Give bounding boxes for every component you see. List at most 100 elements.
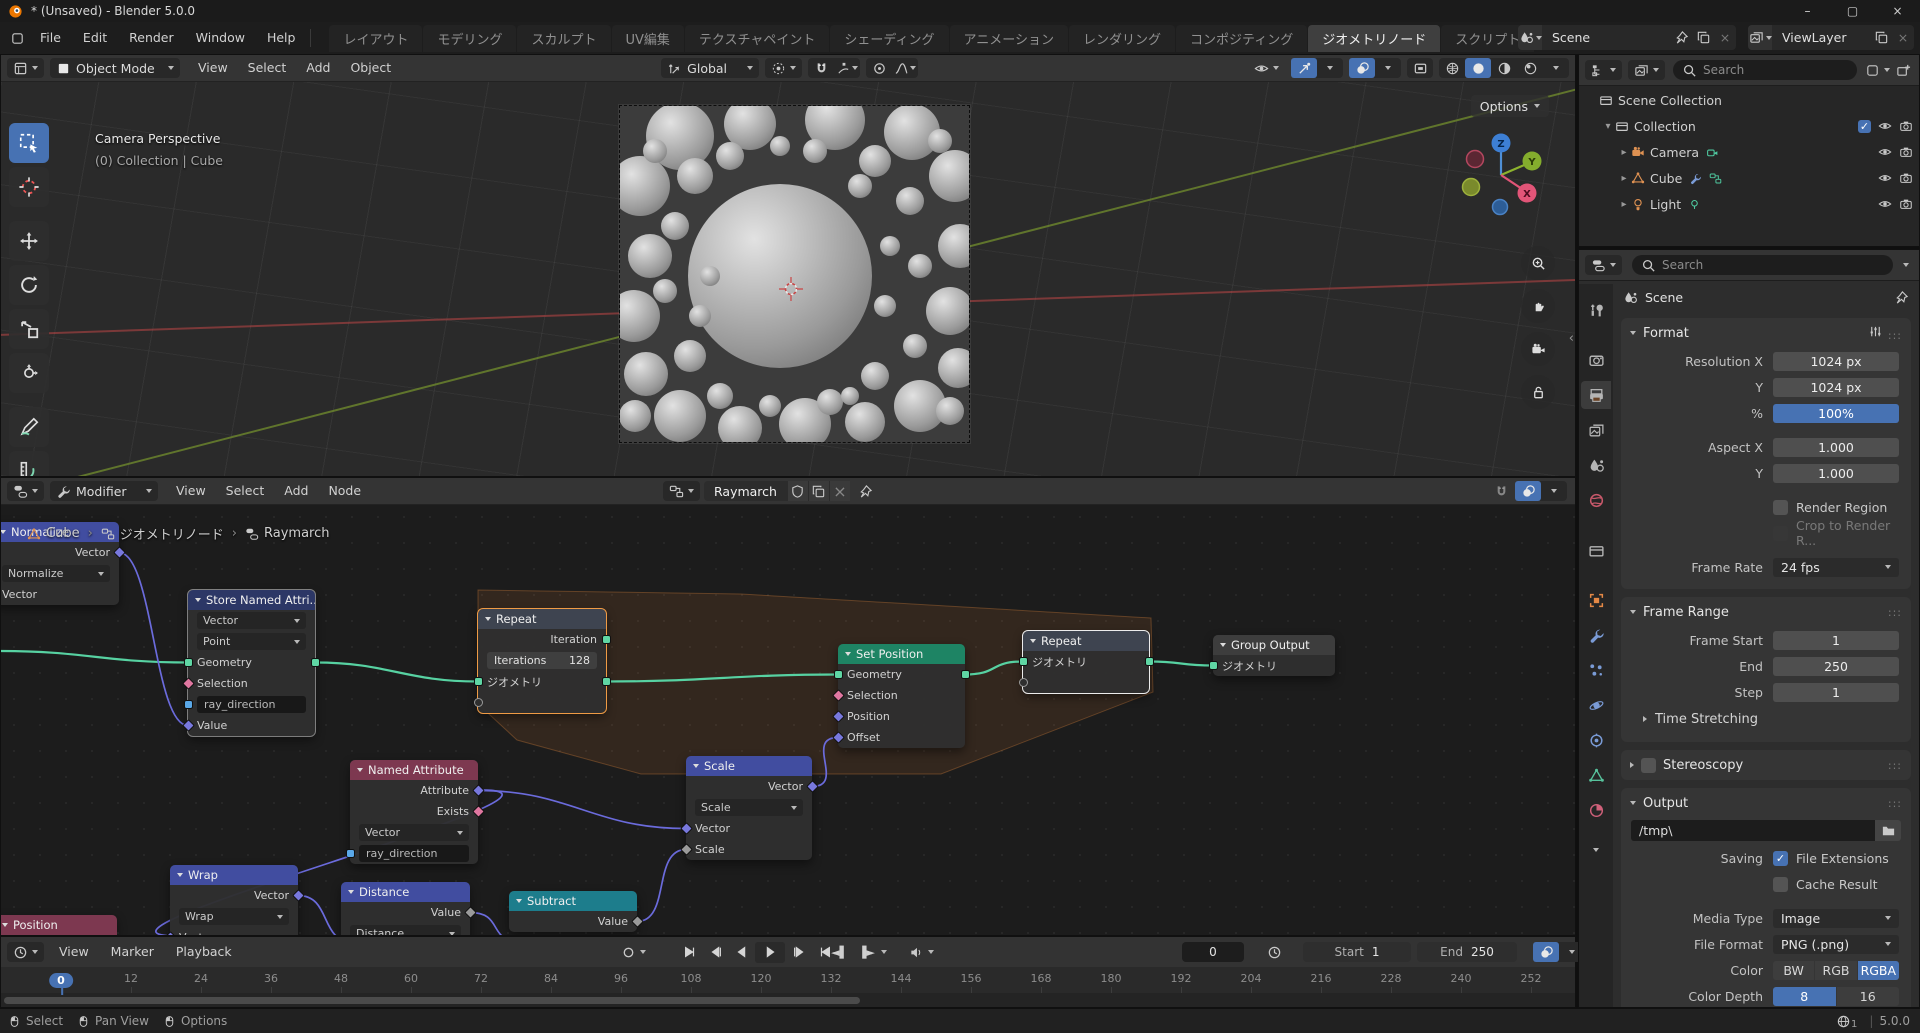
node-text-field[interactable]: ray_direction (359, 845, 469, 862)
play-reverse-button[interactable] (729, 942, 754, 963)
camera-toggle-icon[interactable] (1899, 119, 1913, 133)
scrollbar-handle[interactable] (4, 997, 860, 1004)
eye-icon[interactable] (1878, 197, 1892, 211)
zoom-button[interactable] (1521, 246, 1555, 280)
workspace-tab[interactable]: モデリング (423, 25, 516, 52)
region-collapse-arrow[interactable]: ‹ (1569, 331, 1574, 346)
workspace-tab[interactable]: UV編集 (612, 25, 684, 52)
properties-tab-material[interactable] (1581, 796, 1611, 824)
properties-tab-constraints[interactable] (1581, 726, 1611, 754)
current-frame-field[interactable]: 0 (1182, 942, 1244, 962)
properties-tab-data[interactable] (1581, 761, 1611, 789)
resolution-percent-slider[interactable]: 100% (1773, 404, 1899, 423)
node-scale[interactable]: ScaleVectorScaleVectorScale (686, 756, 812, 860)
menu-window[interactable]: Window (185, 23, 256, 53)
workspace-tab[interactable]: ジオメトリノード (1308, 25, 1440, 52)
media-type-dropdown[interactable]: Image (1773, 909, 1899, 928)
timeline-menu-marker[interactable]: Marker (100, 937, 165, 967)
snap-toggle[interactable] (808, 58, 834, 78)
viewlayer-selector[interactable]: ViewLayer × (1748, 25, 1914, 50)
copy-icon[interactable] (1870, 30, 1892, 45)
close-button[interactable]: × (1875, 0, 1920, 22)
overlays-toggle[interactable] (1515, 481, 1541, 501)
remove-icon[interactable]: × (1892, 30, 1914, 45)
expand-arrow[interactable]: ▸ (1617, 199, 1631, 210)
node-header[interactable]: Repeat (478, 609, 606, 629)
filter-funnel-icon[interactable] (1865, 63, 1880, 78)
frame-end-field[interactable]: 250 (1773, 657, 1899, 676)
frame-rate-dropdown[interactable]: 24 fps (1773, 558, 1899, 577)
editor-type-button[interactable] (7, 481, 44, 501)
mode-dropdown[interactable]: Object Mode (50, 58, 180, 78)
properties-tab-world[interactable] (1581, 486, 1611, 514)
speaker-icon[interactable] (909, 945, 924, 960)
node-menu-view[interactable]: View (166, 478, 216, 504)
frame-range-header[interactable]: Frame Range::: (1621, 597, 1911, 627)
properties-search[interactable]: Search (1632, 255, 1893, 275)
copy-icon[interactable] (809, 481, 829, 501)
shade-solid-button[interactable] (1465, 58, 1491, 78)
pivot-point-dropdown[interactable] (765, 58, 802, 78)
viewport-menu-object[interactable]: Object (340, 55, 401, 81)
shade-render-button[interactable] (1517, 58, 1543, 78)
playhead[interactable]: 0 (49, 969, 73, 988)
workspace-tab[interactable]: レンダリング (1069, 25, 1175, 52)
expand-arrow[interactable]: ▸ (1617, 147, 1631, 158)
navigation-gizmo[interactable]: Z Y X (1455, 129, 1547, 221)
shade-wire-button[interactable] (1439, 58, 1465, 78)
outliner-row-collection[interactable]: ▾Collection✓ (1579, 113, 1919, 139)
visibility-dropdown[interactable] (1248, 58, 1285, 78)
color-rgb-button[interactable]: RGB (1815, 961, 1856, 980)
frame-step-field[interactable]: 1 (1773, 683, 1899, 702)
select-box-tool[interactable] (9, 123, 49, 163)
tree-selector-dropdown[interactable] (663, 481, 700, 501)
minimize-button[interactable]: – (1785, 0, 1830, 22)
node-distance[interactable]: DistanceValueDistance (341, 882, 470, 936)
next-frame-button[interactable]: ▐► (854, 942, 879, 963)
crop-checkbox[interactable] (1773, 526, 1788, 541)
workspace-tab[interactable]: スカルプト (517, 25, 610, 52)
outliner-row-light[interactable]: ▸Light (1579, 191, 1919, 217)
editor-type-button[interactable] (7, 58, 44, 78)
node-dropdown[interactable]: Normalize (2, 565, 110, 582)
scale-tool[interactable] (9, 309, 49, 349)
tabs-overflow-chevron[interactable] (1593, 837, 1599, 856)
stereoscopy-checkbox[interactable] (1641, 758, 1656, 773)
editor-type-button[interactable] (1585, 255, 1622, 275)
workspace-tab[interactable]: コンポジティング (1176, 25, 1307, 52)
overlays-dropdown[interactable] (1375, 58, 1401, 78)
menu-help[interactable]: Help (256, 23, 307, 53)
play-button[interactable] (755, 942, 785, 963)
properties-tab-object[interactable] (1581, 586, 1611, 614)
snap-options-dropdown[interactable] (834, 58, 860, 78)
next-keyframe-button[interactable] (786, 942, 811, 963)
properties-tab-viewlayer[interactable] (1581, 416, 1611, 444)
depth-16-button[interactable]: 16 (1837, 987, 1900, 1006)
rotate-tool[interactable] (9, 265, 49, 305)
properties-tab-tool[interactable] (1581, 296, 1611, 324)
outliner-search[interactable]: Search (1673, 60, 1857, 80)
node-number-field[interactable]: Iterations128 (487, 652, 597, 669)
auto-key-icon[interactable] (621, 945, 636, 960)
new-collection-icon[interactable] (1896, 63, 1911, 78)
properties-tab-collection[interactable] (1581, 536, 1611, 564)
node-dropdown[interactable]: Vector (197, 612, 306, 629)
breadcrumb-item[interactable]: ジオメトリノード (101, 524, 224, 543)
xray-toggle[interactable] (1407, 58, 1433, 78)
node-store[interactable]: Store Named Attri...VectorPointGeometryS… (188, 590, 315, 736)
camera-toggle-icon[interactable] (1899, 171, 1913, 185)
magnet-icon[interactable] (1494, 484, 1509, 499)
overlays-toggle[interactable] (1533, 942, 1559, 962)
node-menu-node[interactable]: Node (318, 478, 371, 504)
depth-8-button[interactable]: 8 (1773, 987, 1836, 1006)
maximize-button[interactable]: ▢ (1830, 0, 1875, 22)
node-repeat_out[interactable]: Repeatジオメトリ (1023, 631, 1149, 693)
eye-icon[interactable] (1878, 119, 1892, 133)
file-format-dropdown[interactable]: PNG (.png) (1773, 935, 1899, 954)
resolution-y-field[interactable]: 1024 px (1773, 378, 1899, 397)
unlink-icon[interactable]: × (830, 481, 850, 501)
breadcrumb-item[interactable]: Raymarch (245, 526, 329, 541)
shading-dropdown[interactable] (1543, 58, 1569, 78)
color-bw-button[interactable]: BW (1773, 961, 1814, 980)
node-named_attr[interactable]: Named AttributeAttributeExistsVectorray_… (350, 760, 478, 864)
